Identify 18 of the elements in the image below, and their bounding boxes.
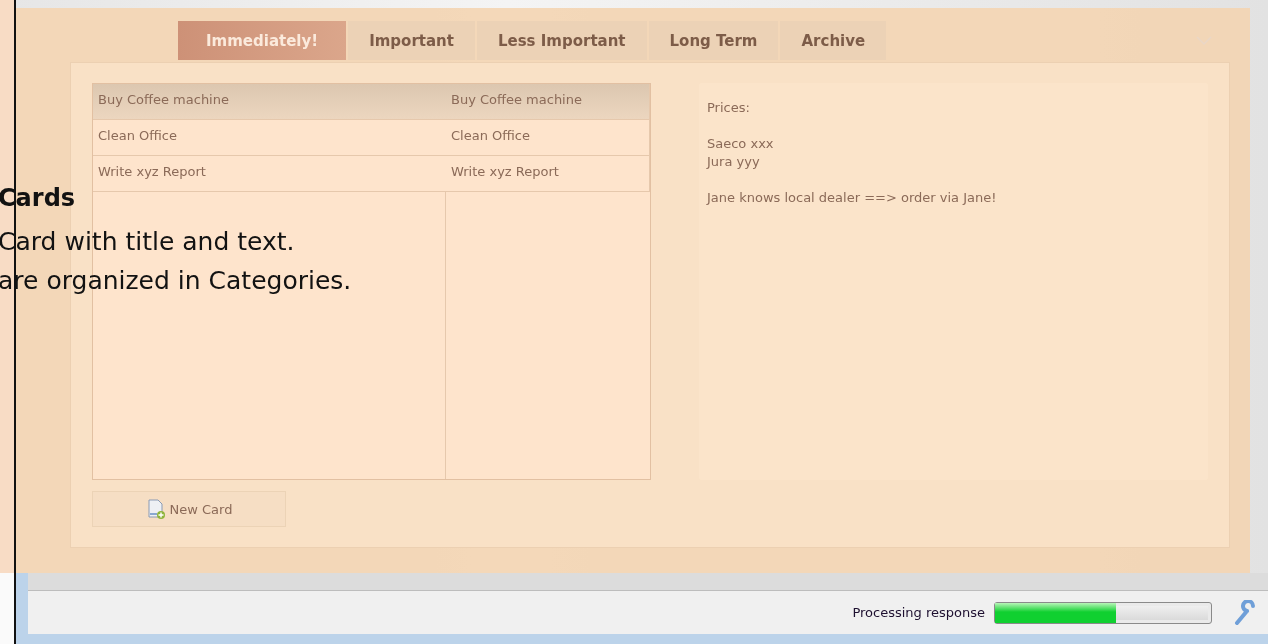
card-title-cell[interactable]: Write xyz Report — [93, 156, 446, 192]
card-title-cell[interactable]: Clean Office — [446, 120, 650, 156]
note-text-line: Jura yyy — [707, 153, 761, 171]
card-title-cell[interactable]: Write xyz Report — [446, 156, 650, 192]
card-title-cell[interactable]: Buy Coffee machine — [446, 84, 650, 120]
category-tab[interactable]: Important — [348, 21, 475, 60]
new-card-button[interactable]: New Card — [92, 491, 286, 527]
status-text: Processing response — [852, 605, 985, 620]
note-text-line: Jane knows local dealer ==> order via Jane! — [707, 189, 998, 207]
card-title-cell[interactable]: Clean Office — [93, 120, 446, 156]
category-tab[interactable]: Long Term — [648, 21, 779, 60]
card-title-cell[interactable]: Buy Coffee machine — [93, 84, 446, 120]
category-tab[interactable]: Less Important — [476, 21, 647, 60]
note-text-line: Prices: — [707, 99, 751, 117]
wrench-icon[interactable] — [1234, 599, 1256, 626]
new-document-icon — [145, 499, 166, 519]
note-text-line: Saeco xxx — [707, 135, 775, 153]
category-tab[interactable]: Archive — [780, 21, 887, 60]
